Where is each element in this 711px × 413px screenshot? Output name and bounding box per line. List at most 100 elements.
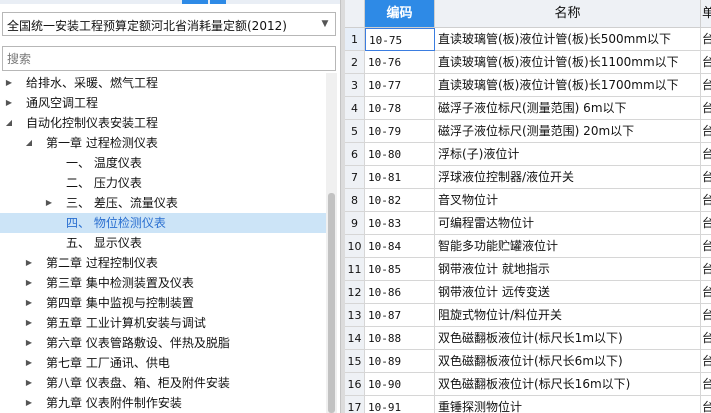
tree-node[interactable]: ▶ 第六章 仪表管路敷设、伴热及脱脂 xyxy=(0,333,326,353)
unit-cell[interactable]: 台 xyxy=(701,28,711,51)
collapse-arrow-icon[interactable]: ▶ xyxy=(24,373,34,393)
code-cell[interactable]: 10-88 xyxy=(365,327,435,350)
unit-cell[interactable]: 台 xyxy=(701,396,711,413)
name-cell[interactable]: 直读玻璃管(板)液位计管(板)长1700mm以下 xyxy=(435,74,701,97)
collapse-arrow-icon[interactable]: ▶ xyxy=(24,293,34,313)
collapse-arrow-icon[interactable]: ▶ xyxy=(24,313,34,333)
table-row[interactable]: 110-75直读玻璃管(板)液位计管(板)长500mm以下台 xyxy=(345,28,711,51)
table-row[interactable]: 910-83可编程雷达物位计台 xyxy=(345,212,711,235)
unit-cell[interactable]: 台 xyxy=(701,51,711,74)
code-cell[interactable]: 10-83 xyxy=(365,212,435,235)
unit-cell[interactable]: 台 xyxy=(701,97,711,120)
expand-arrow-icon[interactable]: ◢ xyxy=(4,113,14,133)
name-cell[interactable]: 直读玻璃管(板)液位计管(板)长500mm以下 xyxy=(435,28,701,51)
name-cell[interactable]: 浮标(子)液位计 xyxy=(435,143,701,166)
search-field[interactable] xyxy=(2,46,336,71)
table-row[interactable]: 1610-90双色磁翻板液位计(标尺长16m以下)台 xyxy=(345,373,711,396)
tree-node[interactable]: ▶ 第四章 集中监视与控制装置 xyxy=(0,293,326,313)
code-cell[interactable]: 10-86 xyxy=(365,281,435,304)
tree-node[interactable]: ◢ 第一章 过程检测仪表 xyxy=(0,133,326,153)
table-row[interactable]: 610-80浮标(子)液位计台 xyxy=(345,143,711,166)
table-row[interactable]: 1310-87阻旋式物位计/料位开关台 xyxy=(345,304,711,327)
chevron-down-icon[interactable]: ▼ xyxy=(319,17,331,31)
expand-arrow-icon[interactable]: ◢ xyxy=(24,133,34,153)
unit-cell[interactable]: 台 xyxy=(701,143,711,166)
name-cell[interactable]: 浮球液位控制器/液位开关 xyxy=(435,166,701,189)
collapse-arrow-icon[interactable]: ▶ xyxy=(44,193,54,213)
table-row[interactable]: 310-77直读玻璃管(板)液位计管(板)长1700mm以下台 xyxy=(345,74,711,97)
tree-node[interactable]: 二、 压力仪表 xyxy=(0,173,326,193)
unit-cell[interactable]: 台 xyxy=(701,258,711,281)
name-cell[interactable]: 可编程雷达物位计 xyxy=(435,212,701,235)
name-cell[interactable]: 双色磁翻板液位计(标尺长6m以下) xyxy=(435,350,701,373)
name-cell[interactable]: 磁浮子液位标尺(测量范围) 6m以下 xyxy=(435,97,701,120)
name-cell[interactable]: 音叉物位计 xyxy=(435,189,701,212)
collapse-arrow-icon[interactable]: ▶ xyxy=(24,273,34,293)
name-cell[interactable]: 智能多功能贮罐液位计 xyxy=(435,235,701,258)
collapse-arrow-icon[interactable]: ▶ xyxy=(24,253,34,273)
name-cell[interactable]: 双色磁翻板液位计(标尺长16m以下) xyxy=(435,373,701,396)
tree-node[interactable]: ▶ 第八章 仪表盘、箱、柜及附件安装 xyxy=(0,373,326,393)
name-cell[interactable]: 重锤探测物位计 xyxy=(435,396,701,413)
tree-node[interactable]: ▶ 通风空调工程 xyxy=(0,93,326,113)
table-row[interactable]: 710-81浮球液位控制器/液位开关台 xyxy=(345,166,711,189)
name-cell[interactable]: 钢带液位计 远传变送 xyxy=(435,281,701,304)
table-row[interactable]: 810-82音叉物位计台 xyxy=(345,189,711,212)
collapse-arrow-icon[interactable]: ▶ xyxy=(24,333,34,353)
tree-node[interactable]: ▶ 第三章 集中检测装置及仪表 xyxy=(0,273,326,293)
table-row[interactable]: 510-79磁浮子液位标尺(测量范围) 20m以下台 xyxy=(345,120,711,143)
code-cell[interactable]: 10-87 xyxy=(365,304,435,327)
column-header-unit[interactable]: 单 xyxy=(701,0,711,28)
collapse-arrow-icon[interactable]: ▶ xyxy=(4,93,14,113)
code-cell[interactable]: 10-89 xyxy=(365,350,435,373)
tree-node[interactable]: 一、 温度仪表 xyxy=(0,153,326,173)
scrollbar-thumb[interactable] xyxy=(328,193,335,413)
unit-cell[interactable]: 台 xyxy=(701,74,711,97)
tab-indicator[interactable] xyxy=(182,0,208,4)
table-row[interactable]: 1410-88双色磁翻板液位计(标尺长1m以下)台 xyxy=(345,327,711,350)
search-input[interactable] xyxy=(3,47,335,70)
collapse-arrow-icon[interactable]: ▶ xyxy=(24,353,34,373)
code-cell[interactable]: 10-85 xyxy=(365,258,435,281)
code-cell[interactable]: 10-82 xyxy=(365,189,435,212)
name-cell[interactable]: 直读玻璃管(板)液位计管(板)长1100mm以下 xyxy=(435,51,701,74)
code-cell[interactable]: 10-90 xyxy=(365,373,435,396)
tree-node[interactable]: ▶ 第二章 过程控制仪表 xyxy=(0,253,326,273)
name-cell[interactable]: 阻旋式物位计/料位开关 xyxy=(435,304,701,327)
table-row[interactable]: 1210-86钢带液位计 远传变送台 xyxy=(345,281,711,304)
unit-cell[interactable]: 台 xyxy=(701,235,711,258)
code-cell[interactable]: 10-77 xyxy=(365,74,435,97)
tree-node[interactable]: ▶ 三、 差压、流量仪表 xyxy=(0,193,326,213)
table-row[interactable]: 1110-85钢带液位计 就地指示台 xyxy=(345,258,711,281)
code-cell[interactable]: 10-80 xyxy=(365,143,435,166)
tree-node[interactable]: 四、 物位检测仪表 xyxy=(0,213,326,233)
code-cell[interactable]: 10-75 xyxy=(365,28,435,51)
unit-cell[interactable]: 台 xyxy=(701,212,711,235)
tree-node[interactable]: ▶ 第五章 工业计算机安装与调试 xyxy=(0,313,326,333)
column-header-code[interactable]: 编码 xyxy=(365,0,435,28)
unit-cell[interactable]: 台 xyxy=(701,120,711,143)
tab-indicator-2[interactable] xyxy=(210,0,226,4)
unit-cell[interactable]: 台 xyxy=(701,166,711,189)
tree-node[interactable]: ▶ 给排水、采暖、燃气工程 xyxy=(0,73,326,93)
collapse-arrow-icon[interactable]: ▶ xyxy=(4,73,14,93)
tree-node[interactable]: 五、 显示仪表 xyxy=(0,233,326,253)
unit-cell[interactable]: 台 xyxy=(701,189,711,212)
unit-cell[interactable]: 台 xyxy=(701,327,711,350)
library-select[interactable]: 全国统一安装工程预算定额河北省消耗量定额(2012) ▼ xyxy=(2,12,336,36)
column-header-name[interactable]: 名称 xyxy=(435,0,701,28)
unit-cell[interactable]: 台 xyxy=(701,304,711,327)
tree-node[interactable]: ◢ 自动化控制仪表安装工程 xyxy=(0,113,326,133)
code-cell[interactable]: 10-84 xyxy=(365,235,435,258)
code-cell[interactable]: 10-76 xyxy=(365,51,435,74)
table-row[interactable]: 1010-84智能多功能贮罐液位计台 xyxy=(345,235,711,258)
code-cell[interactable]: 10-91 xyxy=(365,396,435,413)
code-cell[interactable]: 10-78 xyxy=(365,97,435,120)
unit-cell[interactable]: 台 xyxy=(701,350,711,373)
unit-cell[interactable]: 台 xyxy=(701,281,711,304)
name-cell[interactable]: 双色磁翻板液位计(标尺长1m以下) xyxy=(435,327,701,350)
code-cell[interactable]: 10-81 xyxy=(365,166,435,189)
table-row[interactable]: 1710-91重锤探测物位计台 xyxy=(345,396,711,413)
unit-cell[interactable]: 台 xyxy=(701,373,711,396)
tree-scrollbar[interactable] xyxy=(326,73,337,413)
